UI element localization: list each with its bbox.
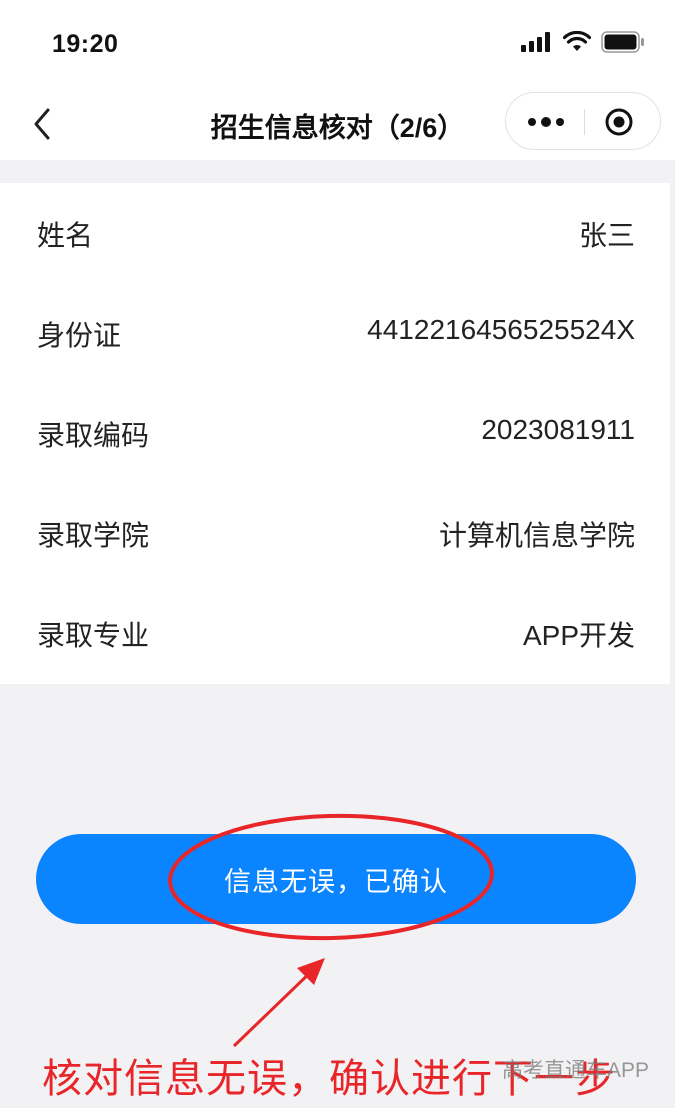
nav-bar: 招生信息核对（2/6） (0, 88, 675, 160)
info-card: 姓名 张三 身份证 441221645652552​4X 录取编码 202308… (0, 183, 670, 684)
screen: 19:20 招生信息核对（2/6） 姓名 张三 身份证 441221645652… (0, 0, 675, 1108)
info-value: 441221645652552​4X (367, 314, 635, 345)
info-row-admission-code: 录取编码 2023081911 (0, 383, 670, 483)
signal-icon (521, 32, 550, 52)
info-row-name: 姓名 张三 (0, 183, 670, 283)
info-row-major: 录取专业 APP开发 (0, 583, 670, 683)
info-value: 计算机信息学院 (438, 520, 635, 551)
mini-program-capsule (505, 92, 661, 150)
info-row-id-card: 身份证 441221645652552​4X (0, 283, 670, 383)
annotation-arrow-line (232, 965, 318, 1048)
info-value: 张三 (578, 220, 635, 251)
info-label: 录取编码 (37, 420, 150, 451)
info-label: 身份证 (37, 320, 122, 351)
close-button[interactable] (602, 105, 636, 139)
watermark: 高考直通车APP (501, 1059, 649, 1082)
battery-icon (601, 31, 644, 53)
status-time: 19:20 (52, 30, 119, 58)
wifi-icon (563, 31, 591, 51)
more-dots-icon (528, 117, 564, 127)
confirm-button-label: 信息无误，已确认 (224, 866, 448, 897)
target-close-icon (605, 108, 633, 136)
info-value: APP开发 (522, 620, 635, 651)
capsule-divider (584, 109, 585, 135)
info-row-college: 录取学院 计算机信息学院 (0, 483, 670, 583)
info-label: 录取学院 (37, 520, 150, 551)
info-label: 录取专业 (37, 620, 150, 651)
more-button[interactable] (524, 107, 568, 137)
annotation-arrow-head (297, 958, 325, 985)
info-label: 姓名 (37, 220, 94, 251)
confirm-button[interactable]: 信息无误，已确认 (36, 834, 636, 924)
status-icons (521, 31, 645, 53)
status-bar: 19:20 (0, 0, 675, 88)
info-value: 2023081911 (481, 414, 635, 445)
